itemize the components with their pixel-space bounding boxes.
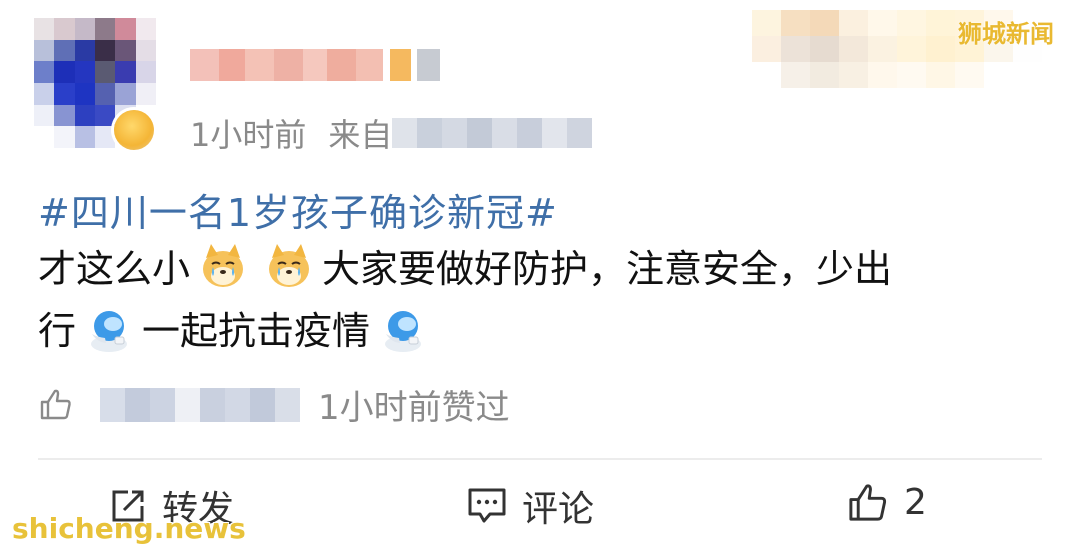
post-text-2: 大家要做好防护，注意安全，少出 [322, 247, 893, 291]
like-count: 2 [904, 481, 927, 523]
protective-suit-emoji-icon [91, 311, 128, 352]
vip-badge-icon [114, 110, 154, 150]
post-text-3: 行 [38, 309, 77, 353]
post-source-label: 来自 [328, 116, 393, 154]
like-button[interactable]: 2 [846, 480, 927, 524]
liked-by-row: 1小时前赞过 [38, 380, 510, 429]
crying-dog-emoji-icon [203, 244, 244, 287]
post-time: 1小时前 [190, 116, 307, 154]
protective-suit-emoji-icon [385, 311, 422, 352]
divider [38, 458, 1042, 460]
post-text-1: 才这么小 [38, 247, 191, 291]
watermark-top: 狮城新闻 [958, 20, 1054, 48]
topic-hashtag[interactable]: #四川一名1岁孩子确诊新冠# [38, 182, 558, 237]
watermark-bottom: shicheng.news [12, 512, 246, 545]
liked-by-user-blurred[interactable] [100, 387, 300, 422]
thumbs-up-icon [849, 484, 887, 521]
post-meta: 1小时前 来自 [190, 110, 593, 156]
comment-label: 评论 [522, 489, 595, 530]
post-text: 才这么小 大家要做好防护，注意安全，少出 行 一起抗击疫情 [38, 238, 1038, 362]
crying-dog-emoji-icon [269, 244, 310, 287]
username-blurred[interactable] [190, 44, 441, 86]
comment-button[interactable]: 评论 [466, 480, 594, 532]
liked-time: 1小时前赞过 [318, 388, 510, 428]
comment-icon [468, 488, 506, 523]
post-text-4: 一起抗击疫情 [142, 309, 371, 353]
thumbs-up-icon [40, 389, 71, 420]
post-source-blurred [392, 118, 593, 148]
